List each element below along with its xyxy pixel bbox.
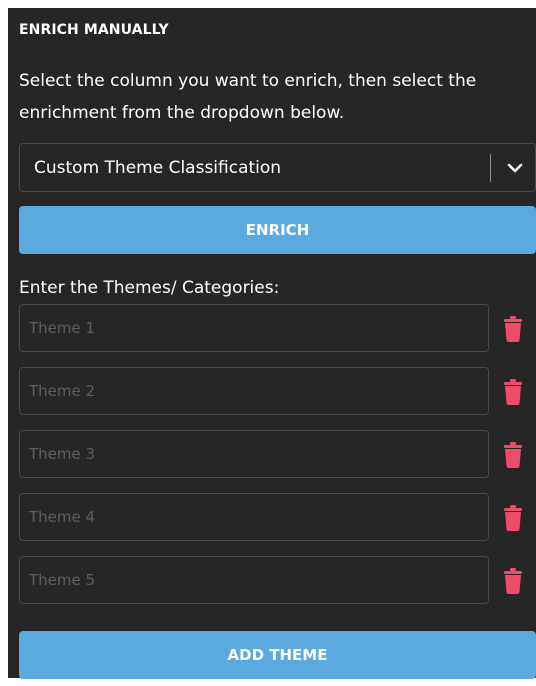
enrich-panel: ENRICH MANUALLY Select the column you wa… [8,8,536,679]
theme-input-5[interactable] [19,556,489,604]
theme-row-5 [19,556,536,604]
trash-icon[interactable] [503,568,523,594]
theme-input-1[interactable] [19,304,489,352]
theme-row-3 [19,430,536,478]
add-theme-button[interactable]: ADD THEME [19,631,536,679]
theme-input-4[interactable] [19,493,489,541]
theme-row-1 [19,304,536,352]
trash-icon[interactable] [503,505,523,531]
themes-label: Enter the Themes/ Categories: [19,278,280,298]
theme-row-4 [19,493,536,541]
enrich-button[interactable]: ENRICH [19,206,536,254]
theme-input-2[interactable] [19,367,489,415]
trash-icon[interactable] [503,316,523,342]
trash-icon[interactable] [503,379,523,405]
chevron-down-icon[interactable] [506,159,524,177]
instructions-text: Select the column you want to enrich, th… [19,71,477,123]
dropdown-selected-value: Custom Theme Classification [34,158,282,178]
section-title: ENRICH MANUALLY [19,22,169,38]
trash-icon[interactable] [503,442,523,468]
theme-input-3[interactable] [19,430,489,478]
dropdown-separator [490,154,491,182]
enrichment-dropdown[interactable]: Custom Theme Classification [19,143,536,192]
theme-row-2 [19,367,536,415]
